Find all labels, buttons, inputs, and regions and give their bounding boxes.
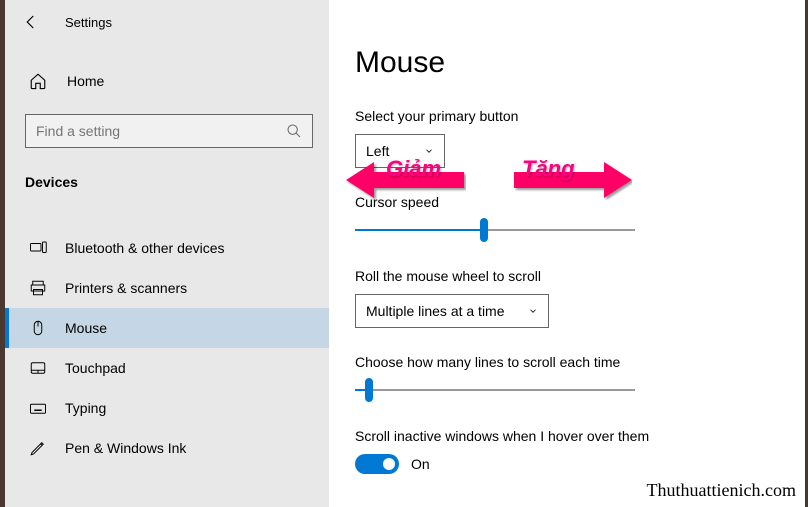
nav-touchpad[interactable]: Touchpad [5,348,329,388]
watermark: Thuthuattienich.com [647,480,796,501]
scroll-lines-label: Choose how many lines to scroll each tim… [355,354,805,370]
nav-label: Printers & scanners [65,280,187,296]
toggle-knob [383,458,395,470]
primary-button-dropdown[interactable]: Left [355,134,445,168]
settings-window: Settings Home Devices Bluetooth & other … [5,0,805,507]
scroll-mode-dropdown[interactable]: Multiple lines at a time [355,294,549,328]
sidebar: Settings Home Devices Bluetooth & other … [5,0,329,507]
slider-thumb[interactable] [480,218,488,242]
title-bar: Settings [5,0,329,44]
nav-label: Typing [65,400,106,416]
cursor-speed-slider[interactable] [355,220,635,240]
dropdown-value: Multiple lines at a time [366,303,505,319]
nav-label: Bluetooth & other devices [65,240,225,256]
nav-home[interactable]: Home [5,62,329,100]
touchpad-icon [29,359,47,377]
inactive-scroll-toggle[interactable] [355,454,399,474]
nav-printers[interactable]: Printers & scanners [5,268,329,308]
inactive-scroll-label: Scroll inactive windows when I hover ove… [355,428,805,444]
scroll-lines-group: Choose how many lines to scroll each tim… [355,354,805,400]
home-label: Home [67,73,104,89]
nav-label: Touchpad [65,360,126,376]
printer-icon [29,279,47,297]
slider-thumb[interactable] [365,378,373,402]
app-title: Settings [65,15,112,30]
inactive-scroll-group: Scroll inactive windows when I hover ove… [355,428,805,474]
dropdown-value: Left [366,143,389,159]
devices-icon [29,239,47,257]
nav-bluetooth[interactable]: Bluetooth & other devices [5,228,329,268]
home-icon [29,72,47,90]
nav-label: Pen & Windows Ink [65,440,186,456]
search-icon [286,123,302,139]
content-pane: Mouse Select your primary button Left Cu… [329,0,805,507]
toggle-state-label: On [411,456,430,472]
scroll-mode-label: Roll the mouse wheel to scroll [355,268,805,284]
chevron-down-icon [528,306,538,316]
mouse-icon [29,319,47,337]
scroll-mode-group: Roll the mouse wheel to scroll Multiple … [355,268,805,328]
nav-mouse[interactable]: Mouse [5,308,329,348]
primary-button-label: Select your primary button [355,108,805,124]
chevron-down-icon [424,146,434,156]
cursor-speed-group: Cursor speed [355,194,805,240]
page-title: Mouse [355,46,805,80]
search-input[interactable] [36,123,276,139]
nav-typing[interactable]: Typing [5,388,329,428]
scroll-lines-slider[interactable] [355,380,635,400]
nav-pen[interactable]: Pen & Windows Ink [5,428,329,468]
back-button[interactable] [21,12,41,32]
nav-label: Mouse [65,320,107,336]
pen-icon [29,439,47,457]
search-box[interactable] [25,114,313,148]
cursor-speed-label: Cursor speed [355,194,805,210]
keyboard-icon [29,399,47,417]
primary-button-group: Select your primary button Left [355,108,805,168]
section-header: Devices [5,168,329,206]
